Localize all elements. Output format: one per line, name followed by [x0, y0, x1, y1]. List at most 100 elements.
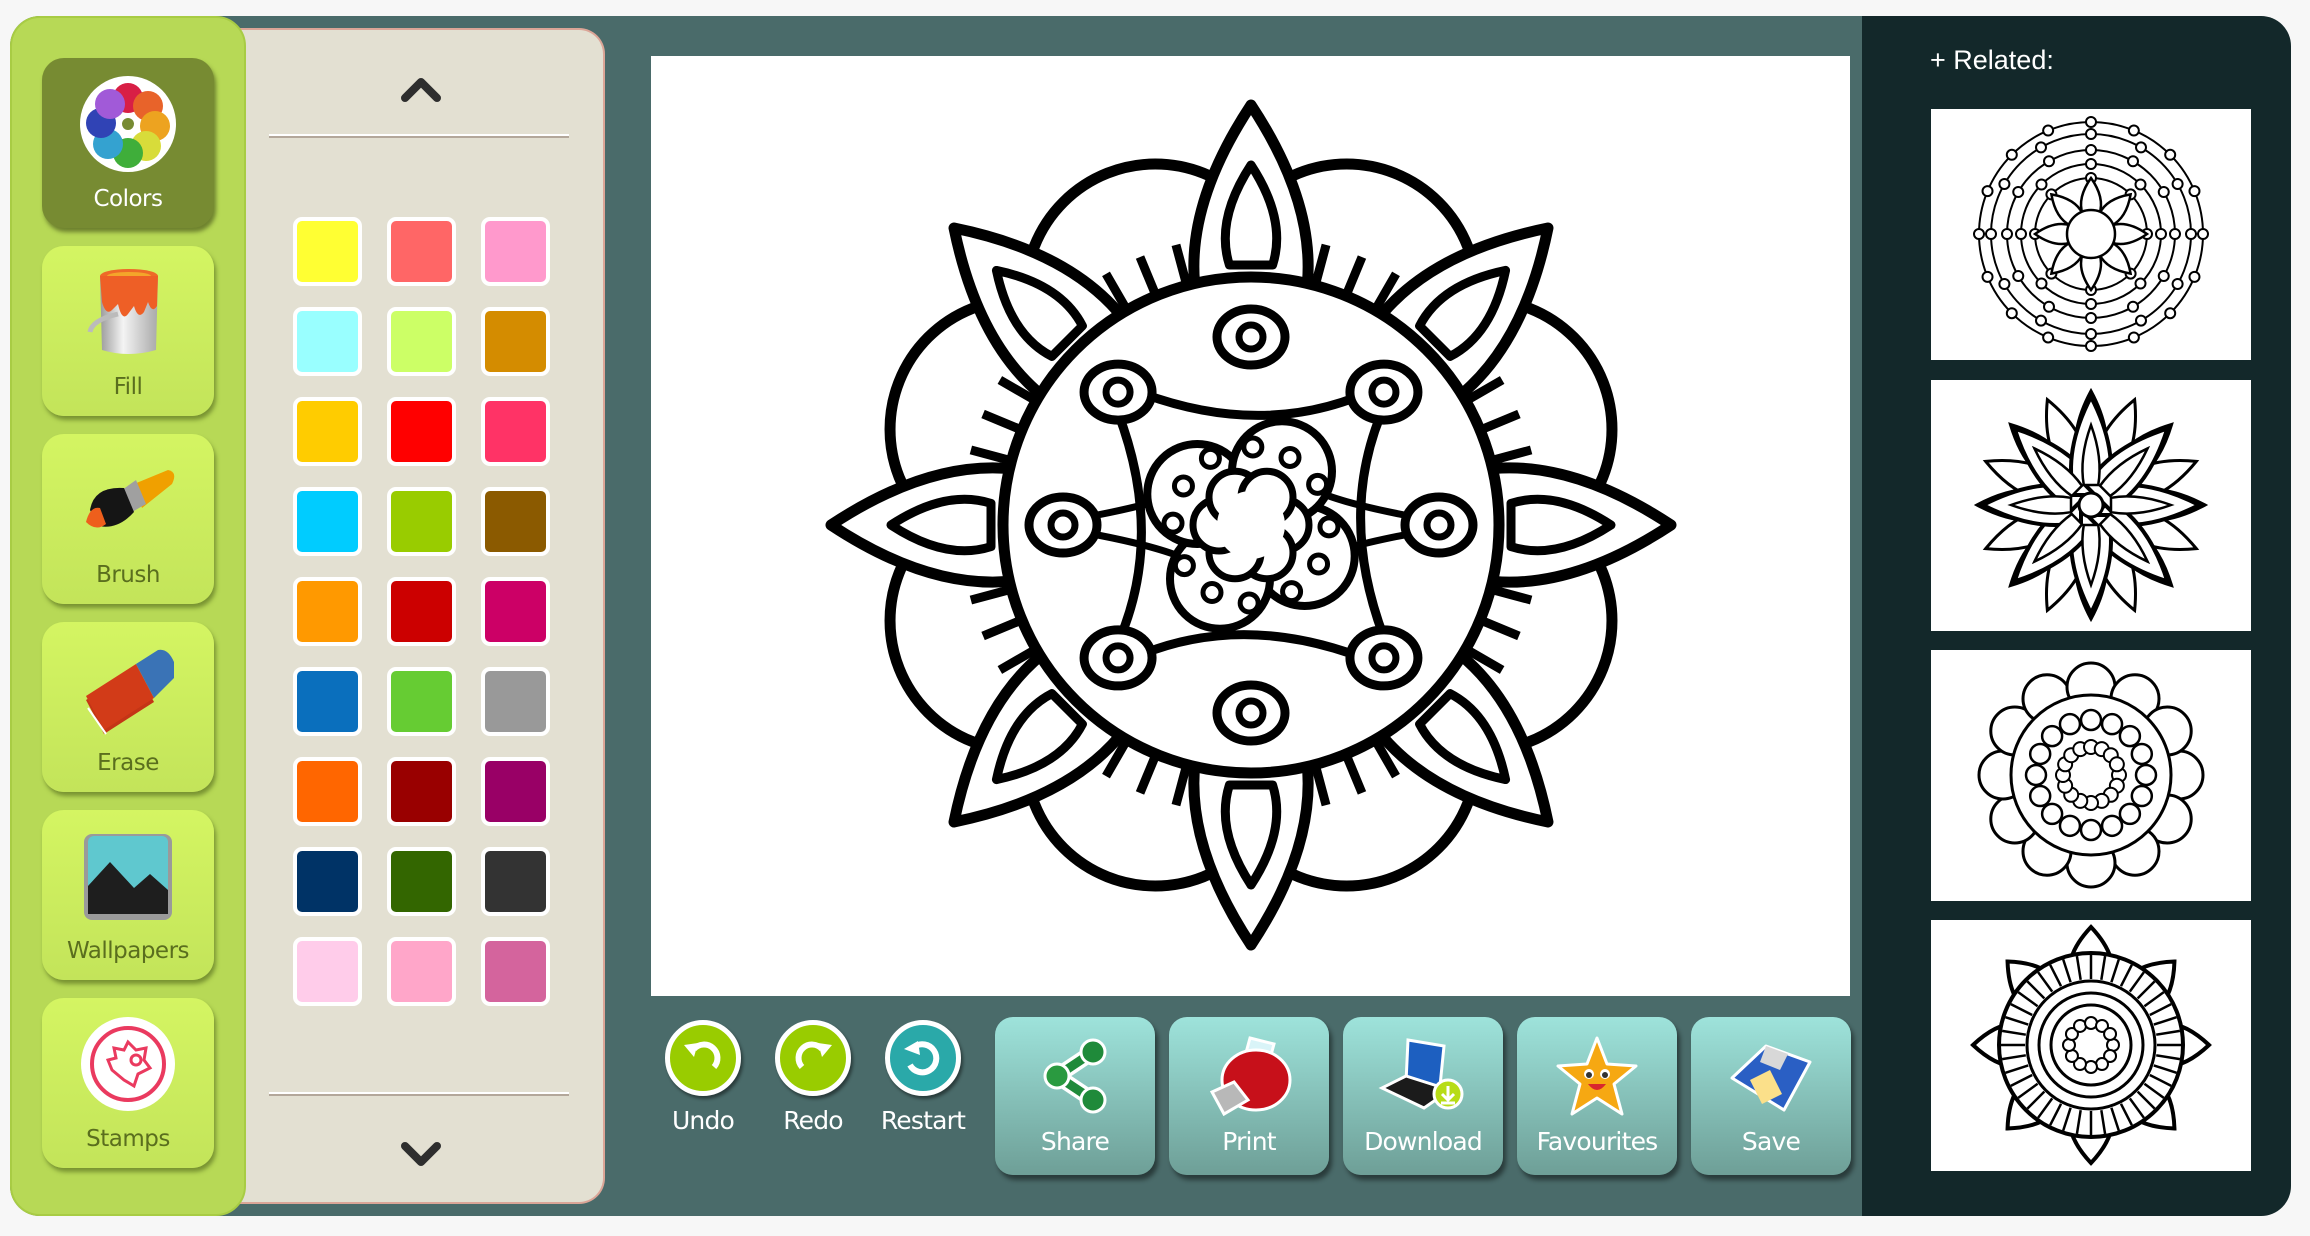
- thumb-dot: [2079, 818, 2103, 842]
- palette-scroll-down-button[interactable]: [238, 1124, 603, 1184]
- color-swatch[interactable]: [481, 667, 550, 736]
- color-swatch[interactable]: [387, 397, 456, 466]
- color-swatch[interactable]: [387, 667, 456, 736]
- color-swatch[interactable]: [481, 937, 550, 1006]
- color-swatch[interactable]: [387, 217, 456, 286]
- color-swatch[interactable]: [481, 217, 550, 286]
- related-thumbnail-4[interactable]: [1931, 920, 2251, 1171]
- mandala-dot: [1161, 511, 1185, 535]
- color-swatch[interactable]: [293, 397, 362, 466]
- thumbnail-3-image: [1977, 661, 2205, 889]
- undo-button[interactable]: Undo: [648, 1020, 758, 1140]
- thumb-dot: [2134, 178, 2147, 191]
- color-swatch[interactable]: [293, 667, 362, 736]
- thumb-dot: [2108, 756, 2125, 773]
- related-thumbnail-1[interactable]: [1931, 109, 2251, 360]
- mandala-dot: [1307, 552, 1331, 576]
- color-swatch[interactable]: [387, 307, 456, 376]
- palette-divider-top: [269, 134, 569, 138]
- save-button[interactable]: Save: [1691, 1017, 1851, 1175]
- paint-bucket-icon: [76, 260, 180, 364]
- thumb-dot: [2001, 228, 2013, 240]
- thumb-dot: [2085, 312, 2097, 324]
- tool-colors-button[interactable]: Colors: [42, 58, 214, 228]
- thumb-dot: [2188, 185, 2201, 198]
- color-swatch[interactable]: [293, 577, 362, 646]
- color-swatch[interactable]: [481, 757, 550, 826]
- color-swatch[interactable]: [293, 307, 362, 376]
- tool-brush-button[interactable]: Brush: [42, 434, 214, 604]
- thumb-dot: [2005, 148, 2018, 161]
- color-swatch[interactable]: [293, 487, 362, 556]
- tool-wallpapers-button[interactable]: Wallpapers: [42, 810, 214, 980]
- thumb-dot: [2085, 328, 2097, 340]
- related-thumbnail-3[interactable]: [1931, 650, 2251, 901]
- thumb-dot: [1973, 228, 1985, 240]
- thumb-dot: [2042, 124, 2055, 137]
- thumbnail-2-image: [1973, 387, 2209, 623]
- color-swatch[interactable]: [387, 577, 456, 646]
- color-swatch[interactable]: [387, 937, 456, 1006]
- thumb-dot: [2028, 784, 2052, 808]
- thumb-dot: [2040, 724, 2064, 748]
- tool-stamps-label: Stamps: [86, 1126, 170, 1152]
- tool-erase-button[interactable]: Erase: [42, 622, 214, 792]
- restart-button[interactable]: Restart: [868, 1020, 978, 1140]
- color-swatch[interactable]: [481, 577, 550, 646]
- mandala-drawing[interactable]: [651, 56, 1850, 996]
- palette-divider-bottom: [269, 1092, 569, 1096]
- thumb-center: [2065, 208, 2117, 260]
- color-swatch[interactable]: [293, 937, 362, 1006]
- thumb-dot: [2035, 178, 2048, 191]
- color-swatch[interactable]: [387, 847, 456, 916]
- thumb-dot: [1998, 278, 2011, 290]
- thumb-dot: [1985, 228, 1997, 240]
- download-icon: [1375, 1031, 1471, 1121]
- favourites-button[interactable]: Favourites: [1517, 1017, 1677, 1175]
- download-button[interactable]: Download: [1343, 1017, 1503, 1175]
- thumb-dot: [2169, 228, 2181, 240]
- mandala-dot: [1198, 446, 1222, 470]
- color-swatch[interactable]: [293, 847, 362, 916]
- redo-button[interactable]: Redo: [758, 1020, 868, 1140]
- redo-label: Redo: [783, 1106, 843, 1135]
- floppy-disk-icon: [1723, 1031, 1819, 1121]
- thumb-dot: [2079, 708, 2103, 732]
- tool-fill-button[interactable]: Fill: [42, 246, 214, 416]
- thumbnail-4-image: [1970, 924, 2212, 1166]
- save-label: Save: [1741, 1127, 1801, 1156]
- palette-scroll-up-button[interactable]: [238, 60, 603, 120]
- thumb-dot: [2157, 270, 2170, 282]
- thumb-dot: [2085, 144, 2097, 156]
- redo-icon: [775, 1020, 851, 1096]
- thumb-dot: [2171, 278, 2184, 290]
- color-swatch[interactable]: [387, 757, 456, 826]
- print-button[interactable]: Print: [1169, 1017, 1329, 1175]
- tool-brush-label: Brush: [96, 562, 160, 588]
- thumb-dot: [2085, 128, 2097, 140]
- thumb-center: [2077, 491, 2105, 519]
- color-swatch[interactable]: [481, 307, 550, 376]
- color-swatch[interactable]: [481, 397, 550, 466]
- color-swatch[interactable]: [481, 487, 550, 556]
- mandala-eye-pupil: [1235, 321, 1267, 353]
- mandala-dot: [1317, 515, 1341, 539]
- related-thumbnail-2[interactable]: [1931, 380, 2251, 631]
- share-button[interactable]: Share: [995, 1017, 1155, 1175]
- tool-stamps-button[interactable]: Stamps: [42, 998, 214, 1168]
- mandala-dot: [1306, 472, 1330, 496]
- coloring-canvas[interactable]: [651, 56, 1850, 996]
- thumb-dot: [2130, 784, 2154, 808]
- color-swatch[interactable]: [293, 217, 362, 286]
- thumb-dot: [2085, 116, 2097, 128]
- color-swatch[interactable]: [481, 847, 550, 916]
- share-label: Share: [1040, 1127, 1110, 1156]
- tool-sidebar: Colors Fill Brush Erase Wallpapers Stamp…: [10, 16, 246, 1216]
- color-swatch[interactable]: [293, 757, 362, 826]
- mandala-dot: [1237, 591, 1261, 615]
- color-swatch[interactable]: [387, 487, 456, 556]
- thumb-dot: [2135, 314, 2147, 327]
- thumb-dot: [2188, 270, 2201, 283]
- undo-icon: [665, 1020, 741, 1096]
- mandala-dot: [1278, 445, 1302, 469]
